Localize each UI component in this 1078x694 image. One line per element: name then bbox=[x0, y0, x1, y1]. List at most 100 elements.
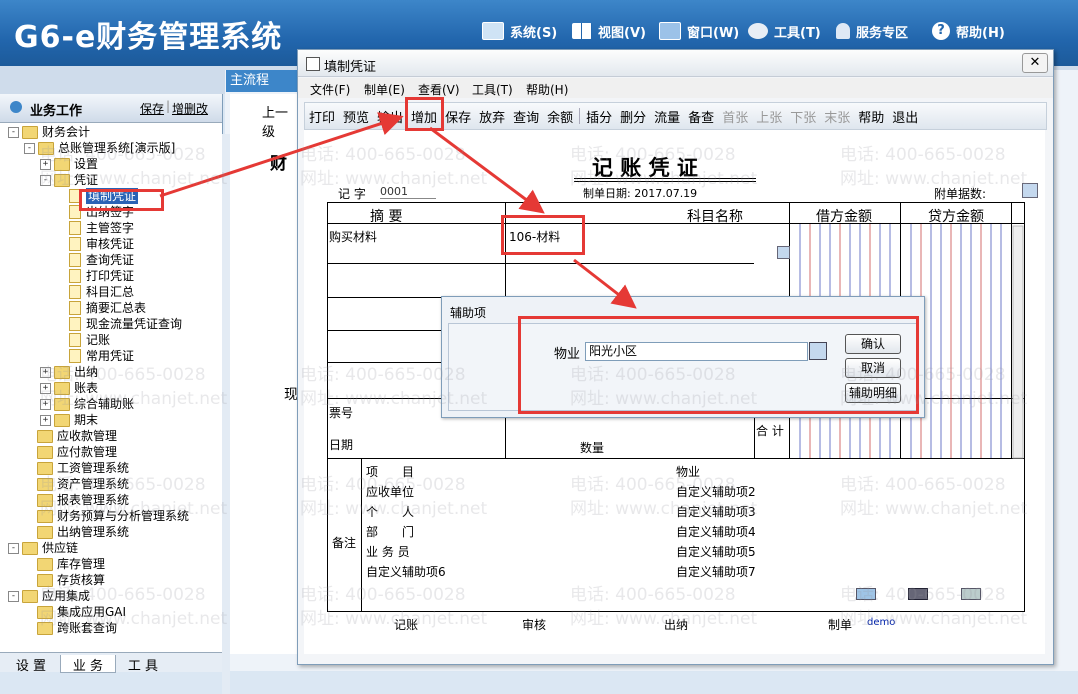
preview-icon[interactable] bbox=[856, 588, 876, 600]
menu-service[interactable]: 服务专区 bbox=[836, 20, 908, 42]
tree-item-label: 科目汇总 bbox=[86, 285, 135, 299]
expand-icon[interactable]: + bbox=[40, 158, 51, 170]
tree-item[interactable]: - 财务会计 bbox=[8, 124, 90, 140]
tab-main-flow[interactable]: 主流程 bbox=[226, 70, 300, 92]
back-button[interactable]: 上一级 bbox=[262, 102, 300, 140]
toolbar-button[interactable]: 打印 bbox=[305, 107, 339, 126]
window-menu-item[interactable]: 制单(E) bbox=[364, 81, 405, 98]
tree-item[interactable]: 财务预算与分析管理系统 bbox=[24, 508, 189, 524]
header-credit: 贷方金额 bbox=[928, 209, 984, 225]
tree-item[interactable]: + 账表 bbox=[40, 380, 98, 396]
tree-item[interactable]: 资产管理系统 bbox=[24, 476, 129, 492]
tab-business[interactable]: 业 务 bbox=[60, 655, 116, 674]
tree-item-label: 总账管理系统[演示版] bbox=[58, 141, 176, 155]
info-label[interactable]: 自定义辅助项7 bbox=[676, 563, 756, 580]
tree-item-label: 查询凭证 bbox=[86, 253, 135, 267]
toolbar-button[interactable]: 下张 bbox=[786, 107, 820, 126]
expand-icon[interactable]: + bbox=[40, 414, 51, 426]
tree-item[interactable]: 打印凭证 bbox=[56, 268, 134, 284]
tree-item-label: 综合辅助账 bbox=[74, 397, 135, 411]
toolbar-button[interactable]: 输出 bbox=[373, 107, 407, 126]
info-label[interactable]: 自定义辅助项4 bbox=[676, 523, 756, 540]
tree-item[interactable]: 审核凭证 bbox=[56, 236, 134, 252]
toolbar-button[interactable]: 删分 bbox=[616, 107, 650, 126]
folder-icon bbox=[54, 173, 70, 187]
tree-item[interactable]: - 供应链 bbox=[8, 540, 78, 556]
tree-item[interactable]: 出纳管理系统 bbox=[24, 524, 129, 540]
window-menu-item[interactable]: 帮助(H) bbox=[526, 81, 568, 98]
menu-system[interactable]: 系统(S) bbox=[482, 20, 557, 42]
menu-view[interactable]: 视图(V) bbox=[572, 20, 646, 42]
tree-item[interactable]: 应付款管理 bbox=[24, 444, 117, 460]
info-label[interactable]: 自定义辅助项2 bbox=[676, 483, 756, 500]
menu-window[interactable]: 窗口(W) bbox=[659, 20, 739, 42]
tree-item[interactable]: 集成应用GAI bbox=[24, 604, 126, 620]
monitor-icon bbox=[482, 22, 504, 40]
toolbar-button[interactable]: 保存 bbox=[441, 107, 475, 126]
collapse-icon[interactable]: - bbox=[8, 542, 19, 554]
tab-settings[interactable]: 设 置 bbox=[6, 655, 56, 674]
add-delete-link[interactable]: 增删改 bbox=[172, 100, 208, 117]
tree-item[interactable]: 现金流量凭证查询 bbox=[56, 316, 182, 332]
tree-item[interactable]: 摘要汇总表 bbox=[56, 300, 146, 316]
tree-item[interactable]: + 出纳 bbox=[40, 364, 98, 380]
expand-icon[interactable]: + bbox=[40, 366, 51, 378]
collapse-icon[interactable]: - bbox=[8, 126, 19, 138]
window-menu-item[interactable]: 文件(F) bbox=[310, 81, 350, 98]
toolbar-button[interactable]: 退出 bbox=[888, 107, 922, 126]
expand-icon[interactable]: + bbox=[40, 398, 51, 410]
tree-item[interactable]: - 总账管理系统[演示版] bbox=[24, 140, 175, 156]
menu-tools[interactable]: 工具(T) bbox=[748, 20, 821, 42]
tree-item[interactable]: - 应用集成 bbox=[8, 588, 90, 604]
window-menu-item[interactable]: 查看(V) bbox=[418, 81, 460, 98]
edit-icon[interactable] bbox=[961, 588, 981, 600]
toolbar-button[interactable]: 余额 bbox=[543, 107, 577, 126]
toolbar-button[interactable]: 流量 bbox=[650, 107, 684, 126]
info-label[interactable]: 自定义辅助项3 bbox=[676, 503, 756, 520]
tree-item[interactable]: 库存管理 bbox=[24, 556, 105, 572]
window-icon bbox=[659, 22, 681, 40]
card-icon[interactable] bbox=[908, 588, 928, 600]
tree-item[interactable]: 存货核算 bbox=[24, 572, 105, 588]
collapse-icon[interactable]: - bbox=[40, 174, 51, 186]
tab-tools[interactable]: 工 具 bbox=[118, 655, 168, 674]
save-link[interactable]: 保存 bbox=[140, 100, 164, 117]
toolbar-button[interactable]: 帮助 bbox=[854, 107, 888, 126]
tree-item[interactable]: + 设置 bbox=[40, 156, 98, 172]
tree-item[interactable]: - 凭证 bbox=[40, 172, 98, 188]
toolbar-button[interactable]: 预览 bbox=[339, 107, 373, 126]
tree-item[interactable]: 跨账套查询 bbox=[24, 620, 117, 636]
toolbar-button[interactable]: 查询 bbox=[509, 107, 543, 126]
document-icon bbox=[69, 221, 81, 235]
toolbar-button[interactable]: 备查 bbox=[684, 107, 718, 126]
tree-item[interactable]: 应收款管理 bbox=[24, 428, 117, 444]
toolbar-button[interactable]: 插分 bbox=[582, 107, 616, 126]
toolbar-button[interactable]: 末张 bbox=[820, 107, 854, 126]
tree-item[interactable]: + 期末 bbox=[40, 412, 98, 428]
collapse-icon[interactable]: - bbox=[24, 142, 35, 154]
expand-icon[interactable]: + bbox=[40, 382, 51, 394]
close-icon[interactable]: ✕ bbox=[1022, 53, 1048, 73]
tree-item[interactable]: 工资管理系统 bbox=[24, 460, 129, 476]
info-label[interactable]: 物业 bbox=[676, 463, 700, 480]
tree-item[interactable]: 科目汇总 bbox=[56, 284, 134, 300]
toolbar-button[interactable]: 首张 bbox=[718, 107, 752, 126]
toolbar-button[interactable]: 放弃 bbox=[475, 107, 509, 126]
tree-item-label: 记账 bbox=[86, 333, 111, 347]
row1-summary[interactable]: 购买材料 bbox=[329, 228, 377, 245]
tree-item[interactable]: 查询凭证 bbox=[56, 252, 134, 268]
collapse-icon[interactable]: - bbox=[8, 590, 19, 602]
tree-item[interactable]: 记账 bbox=[56, 332, 110, 348]
tree-item[interactable]: 常用凭证 bbox=[56, 348, 134, 364]
window-menu-item[interactable]: 工具(T) bbox=[472, 81, 513, 98]
splitter[interactable] bbox=[222, 134, 230, 694]
menu-help[interactable]: ? 帮助(H) bbox=[932, 20, 1005, 42]
tree-item[interactable]: 报表管理系统 bbox=[24, 492, 129, 508]
tree-item[interactable]: + 综合辅助账 bbox=[40, 396, 134, 412]
search-icon[interactable] bbox=[777, 246, 790, 259]
info-label[interactable]: 自定义辅助项5 bbox=[676, 543, 756, 560]
folder-icon bbox=[54, 397, 70, 411]
quantity-label: 数量 bbox=[580, 441, 605, 455]
toolbar-button[interactable]: 上张 bbox=[752, 107, 786, 126]
tree-item[interactable]: 主管签字 bbox=[56, 220, 134, 236]
